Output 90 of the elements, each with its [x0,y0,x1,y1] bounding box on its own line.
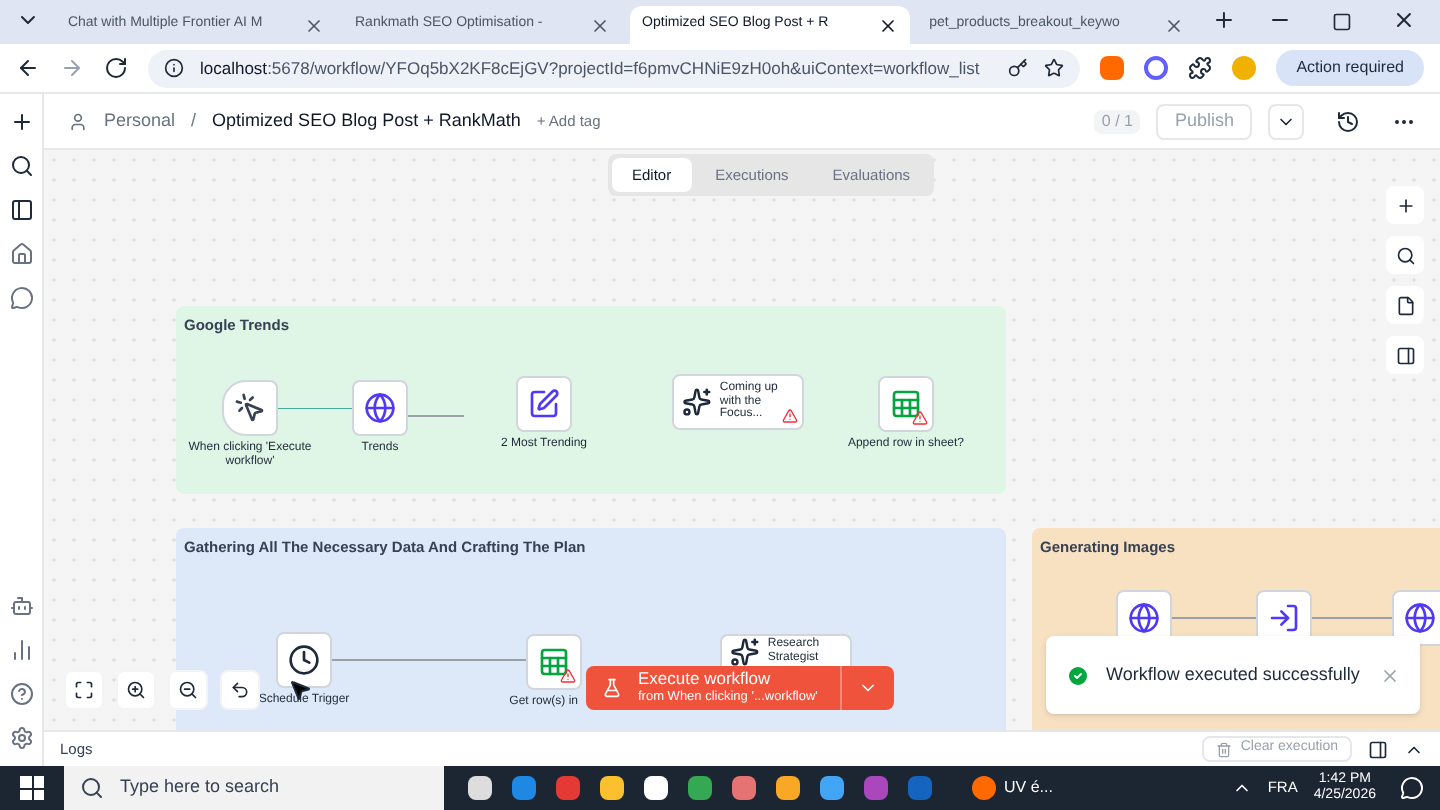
close-icon[interactable] [1164,15,1185,35]
flask-icon [602,678,622,698]
extension-icon[interactable] [1100,56,1125,80]
clock-icon [288,644,320,676]
zoom-in-icon [126,680,146,700]
tray-app-label[interactable]: UV é... [1004,776,1053,800]
address-field[interactable]: localhost:5678/workflow/YFOq5bX2KF8cEjGV?projectId=f6pmvCHNiE9zH0oh&uiContext=workflow_list [148,49,1081,87]
panel-icon [1395,345,1415,365]
globe-icon [364,392,396,424]
back-icon[interactable] [16,56,40,80]
notification-icon[interactable] [1400,776,1424,800]
maximize-icon[interactable] [1332,12,1353,32]
plus-icon [1395,195,1415,215]
success-icon [1066,663,1090,687]
key-icon[interactable] [1008,58,1029,78]
enter-icon [1268,602,1300,634]
toast-message: Workflow executed successfully [1106,664,1362,686]
undo-icon [230,680,250,700]
workflow-node[interactable] [222,380,278,436]
workflow-node[interactable] [1392,590,1440,646]
zoom-out-button[interactable] [168,670,208,710]
taskbar-app-icon[interactable] [600,776,624,800]
workflow-node[interactable] [516,376,572,432]
close-icon[interactable] [877,15,898,35]
pen-icon [528,388,560,420]
breadcrumb-separator: / [191,107,197,134]
tray-app-icon[interactable] [972,776,996,800]
project-link[interactable]: Personal [104,107,176,135]
new-tab-icon[interactable] [1212,8,1237,32]
connection-line [407,415,465,417]
undo-button[interactable] [220,670,260,710]
search-icon [80,776,104,800]
taskbar-app-icon[interactable] [644,776,668,800]
workflow-node[interactable] [276,632,332,688]
close-icon[interactable] [1392,8,1416,32]
add-node-button[interactable] [1386,186,1424,224]
cursor-click-icon [234,392,266,424]
connection-line [1171,617,1257,619]
search-icon [1395,245,1415,265]
chat-icon[interactable] [9,286,33,310]
sheet-icon [890,388,922,420]
taskbar-app-icon[interactable] [776,776,800,800]
search-button[interactable] [1386,236,1424,274]
close-icon[interactable] [303,15,323,35]
robot-icon[interactable] [9,594,33,618]
workflow-node[interactable] [352,380,408,436]
add-icon[interactable] [9,110,33,134]
home-icon[interactable] [9,242,33,266]
action-required-button[interactable]: Action required [1276,50,1424,86]
workflow-node[interactable] [878,376,934,432]
settings-icon[interactable] [9,726,33,750]
chart-icon[interactable] [9,638,33,662]
fit-view-icon [74,680,94,700]
globe-icon [1404,602,1436,634]
help-icon[interactable] [9,682,33,706]
puzzle-icon[interactable] [1188,56,1213,80]
panel-button[interactable] [1386,336,1424,374]
connection-line [278,408,353,409]
info-icon [164,58,184,78]
note-button[interactable] [1386,286,1424,324]
history-icon[interactable] [1336,109,1360,133]
zoom-out-icon [178,680,198,700]
taskbar-app-icon[interactable] [468,776,492,800]
fit-view-button[interactable] [64,670,104,710]
taskbar-app-icon[interactable] [820,776,844,800]
sheet-icon [538,646,570,678]
version-count: 0 / 1 [1093,109,1141,133]
close-icon[interactable] [590,15,611,35]
bookmark-icon[interactable] [1044,58,1065,78]
zoom-in-button[interactable] [116,670,156,710]
extension-icon[interactable] [1144,56,1169,80]
globe-icon [1128,602,1160,634]
trash-icon [1216,741,1233,757]
user-icon [68,111,88,131]
panel-icon[interactable] [1368,739,1388,759]
taskbar-search-field[interactable]: Type here to search [64,766,444,810]
forward-icon[interactable] [60,56,84,80]
url-text: localhost:5678/workflow/YFOq5bX2KF8cEjGV?projectId=f6pmvCHNiE9zH0oh&uiContext=workflow_list [200,55,982,81]
connection-line [1311,617,1393,619]
search-placeholder: Type here to search [120,774,280,801]
panel-icon[interactable] [9,198,33,222]
search-icon[interactable] [9,154,33,178]
windows-start-icon[interactable] [20,776,44,800]
page-icon [1395,295,1415,315]
workflow-node[interactable] [526,634,582,690]
execute-title: Execute workflow [638,670,773,688]
sparkle-icon [730,635,760,667]
sparkle-icon [682,386,712,418]
workflow-title[interactable]: Optimized SEO Blog Post + RankMath [212,107,521,135]
reload-icon[interactable] [104,56,128,80]
